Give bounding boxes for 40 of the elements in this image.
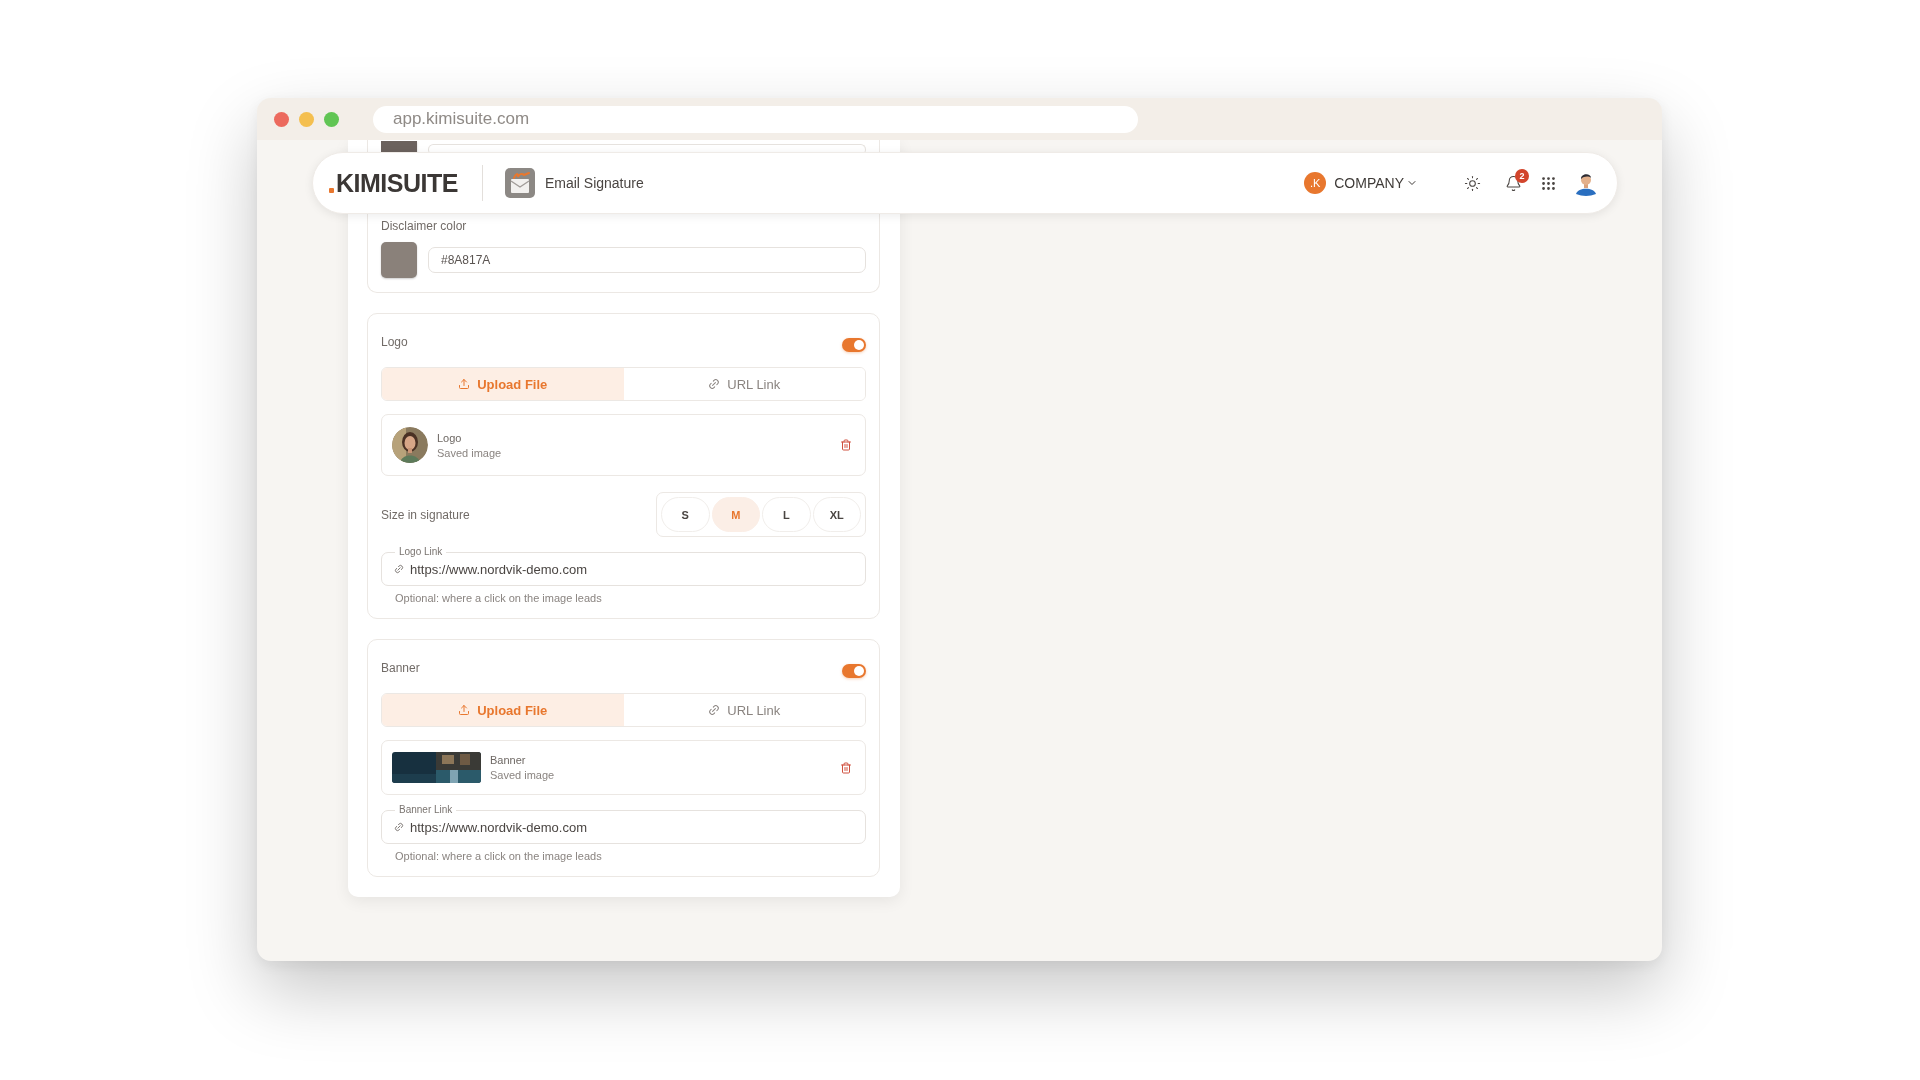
theme-toggle-icon[interactable]	[1464, 174, 1481, 192]
notification-count: 2	[1515, 168, 1529, 183]
size-option[interactable]: L	[762, 497, 811, 532]
file-status: Saved image	[490, 769, 556, 781]
size-option[interactable]: XL	[812, 497, 861, 532]
upload-icon	[458, 704, 471, 716]
delete-icon[interactable]	[840, 761, 852, 774]
field-label: Size in signature	[381, 507, 470, 522]
toggle-switch[interactable]	[842, 664, 866, 678]
helper-text: Optional: where a click on the image leads	[394, 592, 603, 604]
field-label: Disclaimer color	[381, 219, 468, 233]
toggle-switch[interactable]	[842, 338, 866, 352]
close-dot[interactable]	[274, 111, 289, 127]
section-title: Logo	[381, 335, 408, 349]
color-input[interactable]: #8A817A	[428, 247, 866, 273]
brand-logo[interactable]: KIMISUITE	[327, 168, 460, 198]
app-title: Email Signature	[544, 175, 644, 191]
upload-icon	[458, 378, 471, 390]
file-status: Saved image	[437, 446, 503, 459]
delete-icon[interactable]	[840, 439, 852, 451]
address-bar[interactable]: app.kimisuite.com	[373, 105, 1138, 133]
file-name: Logo	[437, 431, 463, 444]
helper-text: Optional: where a click on the image leads	[394, 850, 603, 862]
section-title: Banner	[381, 661, 420, 675]
link-value: https://www.nordvik-demo.com	[410, 561, 587, 577]
notifications-button[interactable]: 2	[1505, 168, 1529, 192]
color-swatch[interactable]	[381, 242, 417, 278]
app-icon	[504, 168, 535, 198]
link-field[interactable]: Logo Link https://www.nordvik-demo.com	[381, 546, 866, 586]
link-value: https://www.nordvik-demo.com	[410, 819, 587, 835]
minimize-dot[interactable]	[299, 111, 314, 127]
link-field[interactable]: Banner Link https://www.nordvik-demo.com	[381, 804, 866, 844]
field-label: Logo Link	[395, 546, 447, 558]
apps-grid-icon[interactable]	[1540, 174, 1557, 192]
company-switcher[interactable]: .K COMPANY	[1304, 172, 1418, 194]
size-option[interactable]: S	[661, 497, 710, 532]
file-name: Banner	[490, 754, 527, 766]
field-label: Banner Link	[395, 804, 457, 816]
color-swatch[interactable]	[381, 141, 417, 152]
maximize-dot[interactable]	[324, 111, 339, 127]
